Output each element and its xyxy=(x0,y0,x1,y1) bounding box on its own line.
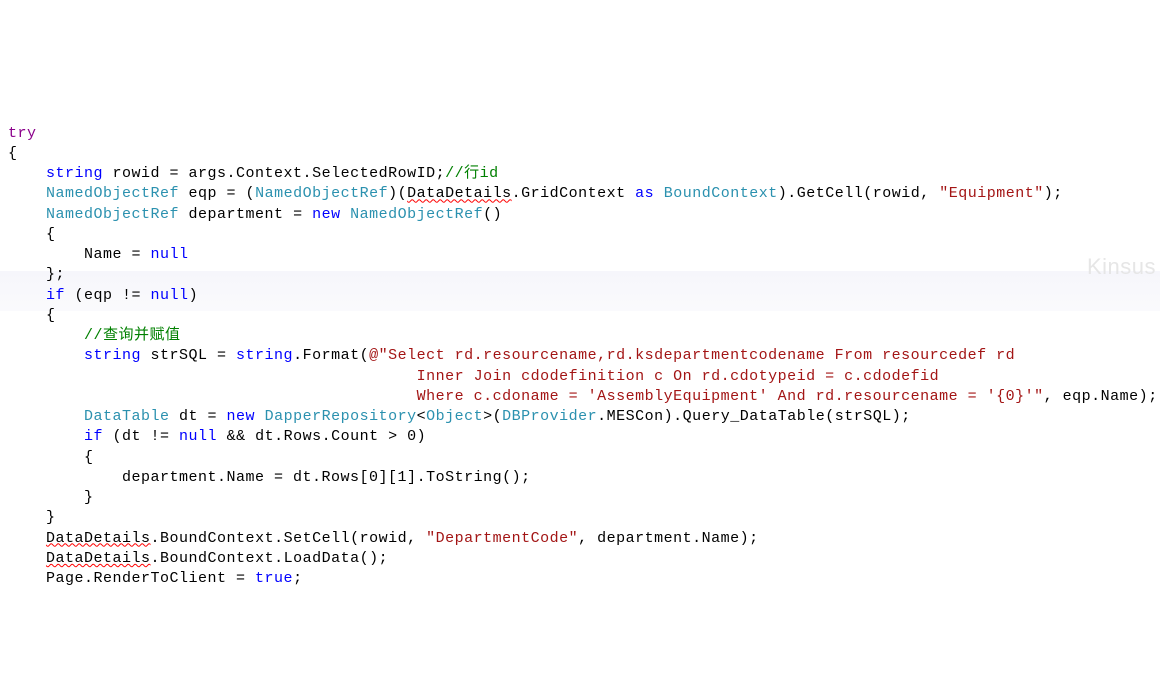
code-token: { xyxy=(8,145,18,162)
code-token xyxy=(8,530,46,547)
code-token: new xyxy=(227,408,256,425)
code-token xyxy=(654,185,664,202)
code-token: ); xyxy=(1044,185,1063,202)
code-token: }; xyxy=(8,266,65,283)
code-token: department = xyxy=(179,206,312,223)
code-token: null xyxy=(151,287,189,304)
code-token: NamedObjectRef xyxy=(46,185,179,202)
code-token: dt = xyxy=(170,408,227,425)
code-token xyxy=(8,165,46,182)
code-token: , eqp.Name); xyxy=(1044,388,1158,405)
code-token: .MESCon).Query_DataTable(strSQL); xyxy=(597,408,911,425)
code-token: , department.Name); xyxy=(578,530,759,547)
code-token: as xyxy=(635,185,654,202)
code-token: string xyxy=(84,347,141,364)
code-token: DataTable xyxy=(84,408,170,425)
code-token: (eqp != xyxy=(65,287,151,304)
code-token: NamedObjectRef xyxy=(350,206,483,223)
code-token: BoundContext xyxy=(664,185,778,202)
code-token xyxy=(8,347,84,364)
code-token: rowid = args.Context.SelectedRowID; xyxy=(103,165,445,182)
code-token: Name = xyxy=(8,246,151,263)
code-token: @"Select rd.resourcename,rd.ksdepartment… xyxy=(369,347,1015,364)
code-token: department.Name = dt.Rows[0][1].ToString… xyxy=(8,469,531,486)
code-token: { xyxy=(8,226,56,243)
code-token: .BoundContext.LoadData(); xyxy=(151,550,389,567)
code-token: (dt != xyxy=(103,428,179,445)
code-block: try { string rowid = args.Context.Select… xyxy=(8,124,1152,590)
code-token: if xyxy=(84,428,103,445)
code-token: null xyxy=(151,246,189,263)
code-token xyxy=(255,408,265,425)
code-token: ).GetCell(rowid, xyxy=(778,185,940,202)
code-token: Inner Join cdodefinition c On rd.cdotype… xyxy=(8,368,939,385)
code-token: string xyxy=(46,165,103,182)
code-token: ) xyxy=(189,287,199,304)
code-token: < xyxy=(417,408,427,425)
code-token: DapperRepository xyxy=(265,408,417,425)
code-token: () xyxy=(483,206,502,223)
code-token: Object xyxy=(426,408,483,425)
code-token: if xyxy=(46,287,65,304)
code-token: "Equipment" xyxy=(939,185,1044,202)
code-token: ; xyxy=(293,570,303,587)
code-token: Page.RenderToClient = xyxy=(8,570,255,587)
code-token: //查询并赋值 xyxy=(84,327,181,344)
code-token: >( xyxy=(483,408,502,425)
code-token: try xyxy=(8,125,37,142)
code-token: .GridContext xyxy=(512,185,636,202)
code-token: } xyxy=(8,509,56,526)
code-token xyxy=(8,550,46,567)
code-token: NamedObjectRef xyxy=(46,206,179,223)
code-token: Where c.cdoname = 'AssemblyEquipment' An… xyxy=(8,388,1044,405)
code-token: .Format( xyxy=(293,347,369,364)
code-token: .BoundContext.SetCell(rowid, xyxy=(151,530,427,547)
code-token: NamedObjectRef xyxy=(255,185,388,202)
code-token xyxy=(8,185,46,202)
code-token: null xyxy=(179,428,217,445)
code-token: //行id xyxy=(445,165,499,182)
code-token: new xyxy=(312,206,341,223)
code-token: string xyxy=(236,347,293,364)
code-token: strSQL = xyxy=(141,347,236,364)
code-token: { xyxy=(8,307,56,324)
code-token: DataDetails xyxy=(407,185,512,202)
code-token xyxy=(8,408,84,425)
code-token: "DepartmentCode" xyxy=(426,530,578,547)
code-token xyxy=(8,287,46,304)
code-token xyxy=(8,428,84,445)
code-token xyxy=(341,206,351,223)
code-token: { xyxy=(8,449,94,466)
code-token xyxy=(8,206,46,223)
code-token: )( xyxy=(388,185,407,202)
code-token: } xyxy=(8,489,94,506)
code-token: DataDetails xyxy=(46,550,151,567)
code-token xyxy=(8,327,84,344)
code-token: true xyxy=(255,570,293,587)
code-token: DataDetails xyxy=(46,530,151,547)
code-token: DBProvider xyxy=(502,408,597,425)
code-token: eqp = ( xyxy=(179,185,255,202)
code-token: && dt.Rows.Count > 0) xyxy=(217,428,426,445)
